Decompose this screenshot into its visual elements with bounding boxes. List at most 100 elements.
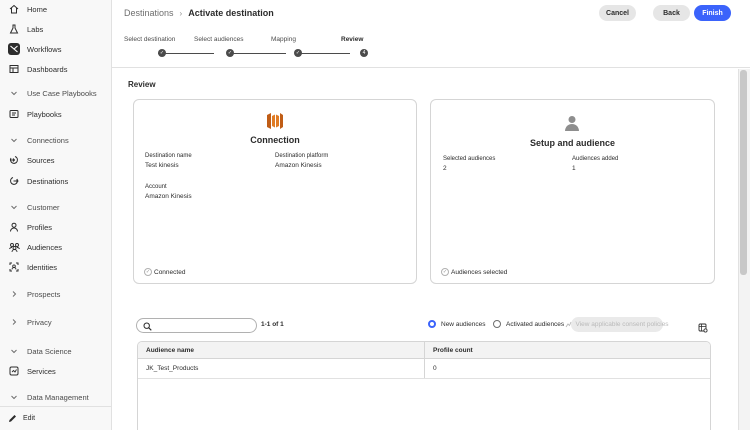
sidebar-item-labs[interactable]: Labs xyxy=(8,20,43,38)
user-icon xyxy=(563,114,581,137)
audiences-table: Audience name Profile count JK_Test_Prod… xyxy=(137,341,711,430)
step-connector xyxy=(158,52,214,54)
chevron-down-icon xyxy=(8,87,20,99)
radio-new-audiences[interactable]: New audiences xyxy=(428,320,485,328)
home-icon xyxy=(8,3,20,15)
sidebar-section-privacy[interactable]: Privacy xyxy=(8,313,52,331)
search-field[interactable] xyxy=(136,318,257,333)
sidebar-item-services[interactable]: Services xyxy=(8,362,56,380)
sidebar-section-data-management[interactable]: Data Management xyxy=(8,388,89,406)
sidebar-item-label: Audiences xyxy=(27,242,63,252)
chevron-down-icon xyxy=(8,201,20,213)
sidebar-section-prospects[interactable]: Prospects xyxy=(8,285,60,303)
radio-activated-audiences-label: Activated audiences xyxy=(506,320,565,328)
services-icon xyxy=(8,365,20,377)
search-icon xyxy=(143,322,152,331)
sidebar-item-label: Home xyxy=(27,4,48,14)
sidebar-item-sources[interactable]: Sources xyxy=(8,151,55,169)
setup-audience-card: Setup and audience Selected audiences 2 … xyxy=(430,99,715,284)
back-button[interactable]: Back xyxy=(653,5,690,21)
sidebar-item-label: Services xyxy=(27,366,56,376)
workflows-icon xyxy=(8,43,20,55)
sidebar-section-label: Use Case Playbooks xyxy=(27,88,97,98)
review-heading: Review xyxy=(128,80,156,89)
account-value: Amazon Kinesis xyxy=(145,193,192,200)
sidebar-section-label: Customer xyxy=(27,202,60,212)
radio-activated-audiences[interactable]: Activated audiences xyxy=(493,320,564,328)
column-header-profile-count[interactable]: Profile count xyxy=(425,342,710,358)
sidebar-edit-button[interactable]: Edit xyxy=(0,406,112,430)
chevron-right-icon xyxy=(8,288,20,300)
selected-audiences-value: 2 xyxy=(443,165,447,172)
destinations-icon xyxy=(8,175,20,187)
sidebar-section-use-case-playbooks[interactable]: Use Case Playbooks xyxy=(8,84,97,102)
chevron-right-icon xyxy=(8,316,20,328)
step-label-mapping: Mapping xyxy=(271,36,296,43)
profiles-icon xyxy=(8,221,20,233)
setup-status: ✓ Audiences selected xyxy=(441,268,507,276)
sidebar-item-destinations[interactable]: Destinations xyxy=(8,172,68,190)
sidebar-item-playbooks[interactable]: Playbooks xyxy=(8,105,62,123)
sidebar-item-label: Labs xyxy=(27,24,44,34)
main-content: Review Connection Destination name Test … xyxy=(112,69,738,430)
cell-profile-count: 0 xyxy=(433,365,437,372)
column-settings-icon[interactable] xyxy=(698,320,708,338)
breadcrumb-separator: › xyxy=(179,8,183,18)
page-title: Activate destination xyxy=(188,8,274,18)
sidebar-item-profiles[interactable]: Profiles xyxy=(8,218,52,236)
sidebar-section-label: Data Science xyxy=(27,346,72,356)
sidebar-item-label: Identities xyxy=(27,262,58,272)
step-check-icon: ✓ xyxy=(294,49,302,57)
sidebar-item-dashboards[interactable]: Dashboards xyxy=(8,60,67,78)
sidebar: Home Labs Workflows Dashboards Use Case … xyxy=(0,0,112,430)
chevron-down-icon xyxy=(8,345,20,357)
table-header: Audience name Profile count xyxy=(138,342,710,359)
audiences-added-label: Audiences added xyxy=(572,156,619,162)
stepper: Select destination Select audiences Mapp… xyxy=(124,36,384,62)
cell-audience-name: JK_Test_Products xyxy=(138,359,425,378)
edit-label: Edit xyxy=(23,415,36,422)
identities-icon xyxy=(8,261,20,273)
connection-title: Connection xyxy=(250,135,300,145)
sidebar-item-home[interactable]: Home xyxy=(8,0,47,18)
finish-button[interactable]: Finish xyxy=(694,5,731,21)
step-label-review: Review xyxy=(341,36,364,43)
audiences-added-value: 1 xyxy=(572,165,576,172)
sidebar-item-label: Workflows xyxy=(27,44,62,54)
sidebar-item-label: Dashboards xyxy=(27,64,68,74)
account-label: Account xyxy=(145,184,167,190)
sidebar-section-label: Privacy xyxy=(27,317,52,327)
connection-status: ✓ Connected xyxy=(144,268,185,276)
selected-audiences-label: Selected audiences xyxy=(443,156,496,162)
view-consent-policies-button[interactable]: View applicable consent policies xyxy=(566,317,669,332)
sidebar-section-label: Prospects xyxy=(27,289,61,299)
amazon-kinesis-icon xyxy=(265,111,285,136)
table-row[interactable]: JK_Test_Products 0 xyxy=(138,359,710,379)
radio-unselected-icon xyxy=(493,320,501,328)
breadcrumb-destinations[interactable]: Destinations xyxy=(124,8,174,18)
sidebar-section-data-science[interactable]: Data Science xyxy=(8,342,72,360)
search-input[interactable] xyxy=(155,320,250,331)
check-circle-icon: ✓ xyxy=(441,268,449,276)
sidebar-section-label: Data Management xyxy=(27,392,89,402)
step-check-icon: ✓ xyxy=(158,49,166,57)
sidebar-item-identities[interactable]: Identities xyxy=(8,258,57,276)
dashboards-icon xyxy=(8,63,20,75)
radio-selected-icon xyxy=(428,320,436,328)
scrollbar-thumb[interactable] xyxy=(740,70,747,275)
header: Destinations › Activate destination Canc… xyxy=(112,0,750,68)
result-count: 1-1 of 1 xyxy=(261,321,284,328)
column-header-audience-name[interactable]: Audience name xyxy=(138,342,425,358)
chevron-down-icon xyxy=(8,134,20,146)
sidebar-section-label: Connections xyxy=(27,135,69,145)
sidebar-item-workflows[interactable]: Workflows xyxy=(8,40,61,58)
sidebar-item-audiences[interactable]: Audiences xyxy=(8,238,62,256)
setup-status-label: Audiences selected xyxy=(451,268,508,276)
step-check-icon: ✓ xyxy=(226,49,234,57)
sidebar-section-customer[interactable]: Customer xyxy=(8,198,60,216)
cancel-button[interactable]: Cancel xyxy=(599,5,636,21)
sidebar-item-label: Profiles xyxy=(27,222,53,232)
destination-name-value: Test kinesis xyxy=(145,162,179,169)
sidebar-section-connections[interactable]: Connections xyxy=(8,131,69,149)
check-circle-icon: ✓ xyxy=(144,268,152,276)
